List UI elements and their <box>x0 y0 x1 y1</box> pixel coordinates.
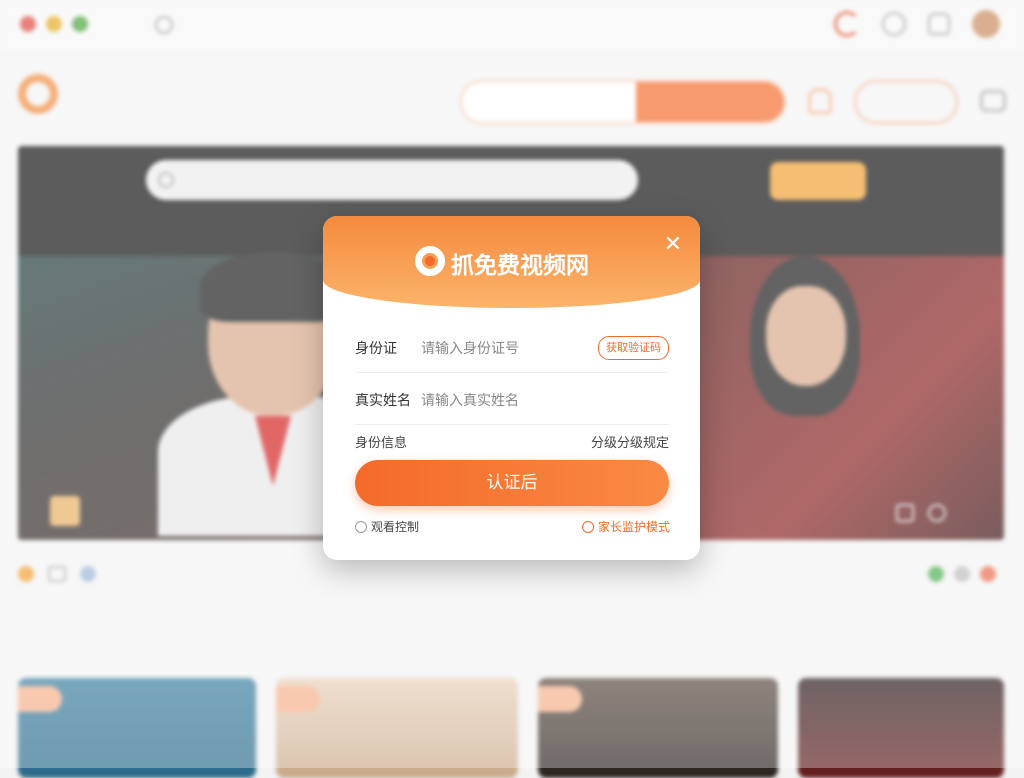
name-input[interactable]: 请输入真实姓名 <box>421 390 519 410</box>
modal-title: 抓免费视频网 <box>451 253 589 279</box>
logo-dot <box>425 256 435 266</box>
id-card-label: 身份证 <box>355 341 397 357</box>
info-row: 身份信息 分级分级规定 <box>355 432 669 451</box>
close-icon[interactable]: ✕ <box>660 232 686 258</box>
radio-icon[interactable] <box>355 520 367 533</box>
option-right[interactable]: 家长监护模式 <box>581 518 670 535</box>
id-card-row: 身份证 请输入身份证号 获取验证码 <box>355 324 669 373</box>
radio-icon[interactable] <box>581 520 594 533</box>
id-card-input[interactable]: 请输入身份证号 <box>421 338 519 358</box>
get-code-button[interactable]: 获取验证码 <box>598 336 669 360</box>
name-label: 真实姓名 <box>355 393 411 409</box>
info-label: 身份信息 <box>355 436 408 451</box>
option-left[interactable]: 观看控制 <box>355 518 419 535</box>
option-left-label: 观看控制 <box>371 520 420 534</box>
option-right-label: 家长监护模式 <box>597 520 670 534</box>
rating-rules-link[interactable]: 分级分级规定 <box>591 432 669 451</box>
name-row: 真实姓名 请输入真实姓名 <box>355 376 669 425</box>
verification-modal: 抓免费视频网 ✕ 身份证 请输入身份证号 获取验证码 真实姓名 请输入真实姓名 … <box>323 216 700 560</box>
submit-button[interactable]: 认证后 <box>355 460 669 506</box>
